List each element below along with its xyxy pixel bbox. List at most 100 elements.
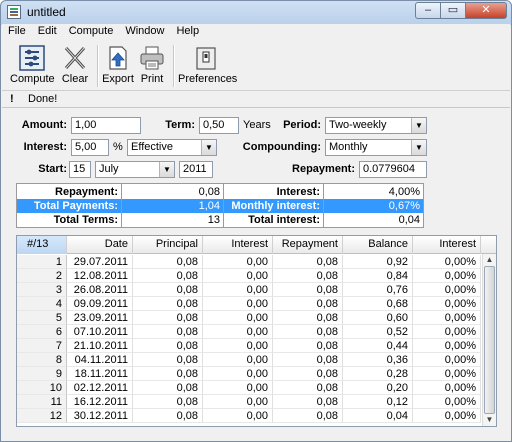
interest-cell: 0,00 xyxy=(203,339,273,353)
start-month-select[interactable]: July ▼ xyxy=(95,161,175,178)
date-cell: 09.09.2011 xyxy=(67,297,133,311)
summary-monthly-interest-value: 0,67% xyxy=(388,200,420,212)
clear-label: Clear xyxy=(61,73,89,85)
interest-rate-cell: 0,00% xyxy=(413,311,481,325)
date-cell: 18.11.2011 xyxy=(67,367,133,381)
title-bar[interactable]: untitled ‒ ▭ ✕ xyxy=(1,1,511,23)
col-header-balance[interactable]: Balance xyxy=(343,236,413,254)
term-unit: Years xyxy=(243,119,271,131)
amount-input[interactable]: 1,00 xyxy=(71,117,141,134)
col-header-interest-rate[interactable]: Interest xyxy=(413,236,481,254)
interest-cell: 0,00 xyxy=(203,367,273,381)
minimize-button[interactable]: ‒ xyxy=(415,2,441,19)
row-index-cell: 11 xyxy=(17,395,67,409)
date-cell: 02.12.2011 xyxy=(67,381,133,395)
export-button[interactable]: Export xyxy=(102,45,134,85)
table-row[interactable]: 3 26.08.2011 0,08 0,00 0,08 0,76 0,00% xyxy=(17,283,481,297)
compute-icon xyxy=(19,45,45,71)
summary-divider xyxy=(323,184,324,227)
col-header-principal[interactable]: Principal xyxy=(133,236,203,254)
payment-schedule-table[interactable]: #/13 Date Principal Interest Repayment Balanc… xyxy=(16,235,497,427)
menu-compute[interactable]: Compute xyxy=(63,24,120,40)
repayment-cell: 0,08 xyxy=(273,395,343,409)
summary-table: Repayment: 0,08 Interest: 4,00% Total Pa… xyxy=(16,183,424,228)
vertical-scrollbar[interactable]: ▲ ▼ xyxy=(482,254,496,426)
interest-rate-cell: 0,00% xyxy=(413,297,481,311)
repayment-label: Repayment: xyxy=(292,163,355,175)
balance-cell: 0,68 xyxy=(343,297,413,311)
col-header-index[interactable]: #/13 xyxy=(17,236,67,254)
principal-cell: 0,08 xyxy=(133,367,203,381)
app-icon xyxy=(7,5,21,19)
table-row[interactable]: 5 23.09.2011 0,08 0,00 0,08 0,60 0,00% xyxy=(17,311,481,325)
repayment-cell: 0,08 xyxy=(273,255,343,269)
repayment-cell: 0,08 xyxy=(273,325,343,339)
table-row[interactable]: 6 07.10.2011 0,08 0,00 0,08 0,52 0,00% xyxy=(17,325,481,339)
summary-row-selected[interactable]: Total Payments: 1,04 Monthly interest: 0… xyxy=(17,199,423,213)
preferences-button[interactable]: Preferences xyxy=(178,45,238,85)
interest-rate-cell: 0,00% xyxy=(413,381,481,395)
period-select[interactable]: Two-weekly ▼ xyxy=(325,117,427,134)
date-cell: 04.11.2011 xyxy=(67,353,133,367)
repayment-cell: 0,08 xyxy=(273,269,343,283)
summary-repayment-value: 0,08 xyxy=(198,186,220,198)
preferences-label: Preferences xyxy=(178,73,238,85)
interest-input[interactable]: 5,00 xyxy=(71,139,109,156)
period-label: Period: xyxy=(283,119,321,131)
table-row[interactable]: 10 02.12.2011 0,08 0,00 0,08 0,20 0,00% xyxy=(17,381,481,395)
table-row[interactable]: 12 30.12.2011 0,08 0,00 0,08 0,04 0,00% xyxy=(17,409,481,423)
repayment-cell: 0,08 xyxy=(273,353,343,367)
clear-button[interactable]: Clear xyxy=(58,45,92,85)
start-day-input[interactable]: 15 xyxy=(69,161,91,178)
interest-rate-cell: 0,00% xyxy=(413,409,481,423)
maximize-button[interactable]: ▭ xyxy=(440,2,466,19)
scroll-up-icon[interactable]: ▲ xyxy=(483,254,496,266)
menu-window[interactable]: Window xyxy=(119,24,170,40)
table-row[interactable]: 9 18.11.2011 0,08 0,00 0,08 0,28 0,00% xyxy=(17,367,481,381)
col-header-date[interactable]: Date xyxy=(67,236,133,254)
table-row[interactable]: 8 04.11.2011 0,08 0,00 0,08 0,36 0,00% xyxy=(17,353,481,367)
principal-cell: 0,08 xyxy=(133,283,203,297)
summary-total-terms-value: 13 xyxy=(207,214,220,226)
summary-interest-label: Interest: xyxy=(276,186,320,198)
scroll-thumb[interactable] xyxy=(484,266,495,414)
menu-file[interactable]: File xyxy=(2,24,32,40)
repayment-input[interactable]: 0.0779604 xyxy=(359,161,427,178)
col-header-interest[interactable]: Interest xyxy=(203,236,273,254)
interest-rate-cell: 0,00% xyxy=(413,395,481,409)
table-row[interactable]: 7 21.10.2011 0,08 0,00 0,08 0,44 0,00% xyxy=(17,339,481,353)
date-cell: 29.07.2011 xyxy=(67,255,133,269)
compute-button[interactable]: Compute xyxy=(10,45,55,85)
balance-cell: 0,84 xyxy=(343,269,413,283)
row-index-cell: 3 xyxy=(17,283,67,297)
print-button[interactable]: Print xyxy=(138,45,166,85)
compounding-select[interactable]: Monthly ▼ xyxy=(325,139,427,156)
repayment-cell: 0,08 xyxy=(273,339,343,353)
table-row[interactable]: 4 09.09.2011 0,08 0,00 0,08 0,68 0,00% xyxy=(17,297,481,311)
term-input[interactable]: 0,50 xyxy=(199,117,239,134)
balance-cell: 0,92 xyxy=(343,255,413,269)
interest-type-select[interactable]: Effective ▼ xyxy=(127,139,217,156)
menu-help[interactable]: Help xyxy=(170,24,205,40)
interest-cell: 0,00 xyxy=(203,297,273,311)
amount-label: Amount: xyxy=(21,119,67,131)
col-header-repayment[interactable]: Repayment xyxy=(273,236,343,254)
principal-cell: 0,08 xyxy=(133,297,203,311)
menu-edit[interactable]: Edit xyxy=(32,24,63,40)
table-row[interactable]: 11 16.12.2011 0,08 0,00 0,08 0,12 0,00% xyxy=(17,395,481,409)
date-cell: 07.10.2011 xyxy=(67,325,133,339)
table-row[interactable]: 2 12.08.2011 0,08 0,00 0,08 0,84 0,00% xyxy=(17,269,481,283)
summary-row: Repayment: 0,08 Interest: 4,00% xyxy=(17,185,423,199)
scroll-down-icon[interactable]: ▼ xyxy=(483,414,496,426)
close-button[interactable]: ✕ xyxy=(465,2,507,19)
balance-cell: 0,76 xyxy=(343,283,413,297)
principal-cell: 0,08 xyxy=(133,409,203,423)
interest-rate-cell: 0,00% xyxy=(413,339,481,353)
table-row[interactable]: 1 29.07.2011 0,08 0,00 0,08 0,92 0,00% xyxy=(17,255,481,269)
chevron-down-icon: ▼ xyxy=(201,140,216,155)
start-year-input[interactable]: 2011 xyxy=(179,161,213,178)
interest-rate-cell: 0,00% xyxy=(413,269,481,283)
repayment-cell: 0,08 xyxy=(273,381,343,395)
repayment-cell: 0,08 xyxy=(273,297,343,311)
interest-cell: 0,00 xyxy=(203,269,273,283)
